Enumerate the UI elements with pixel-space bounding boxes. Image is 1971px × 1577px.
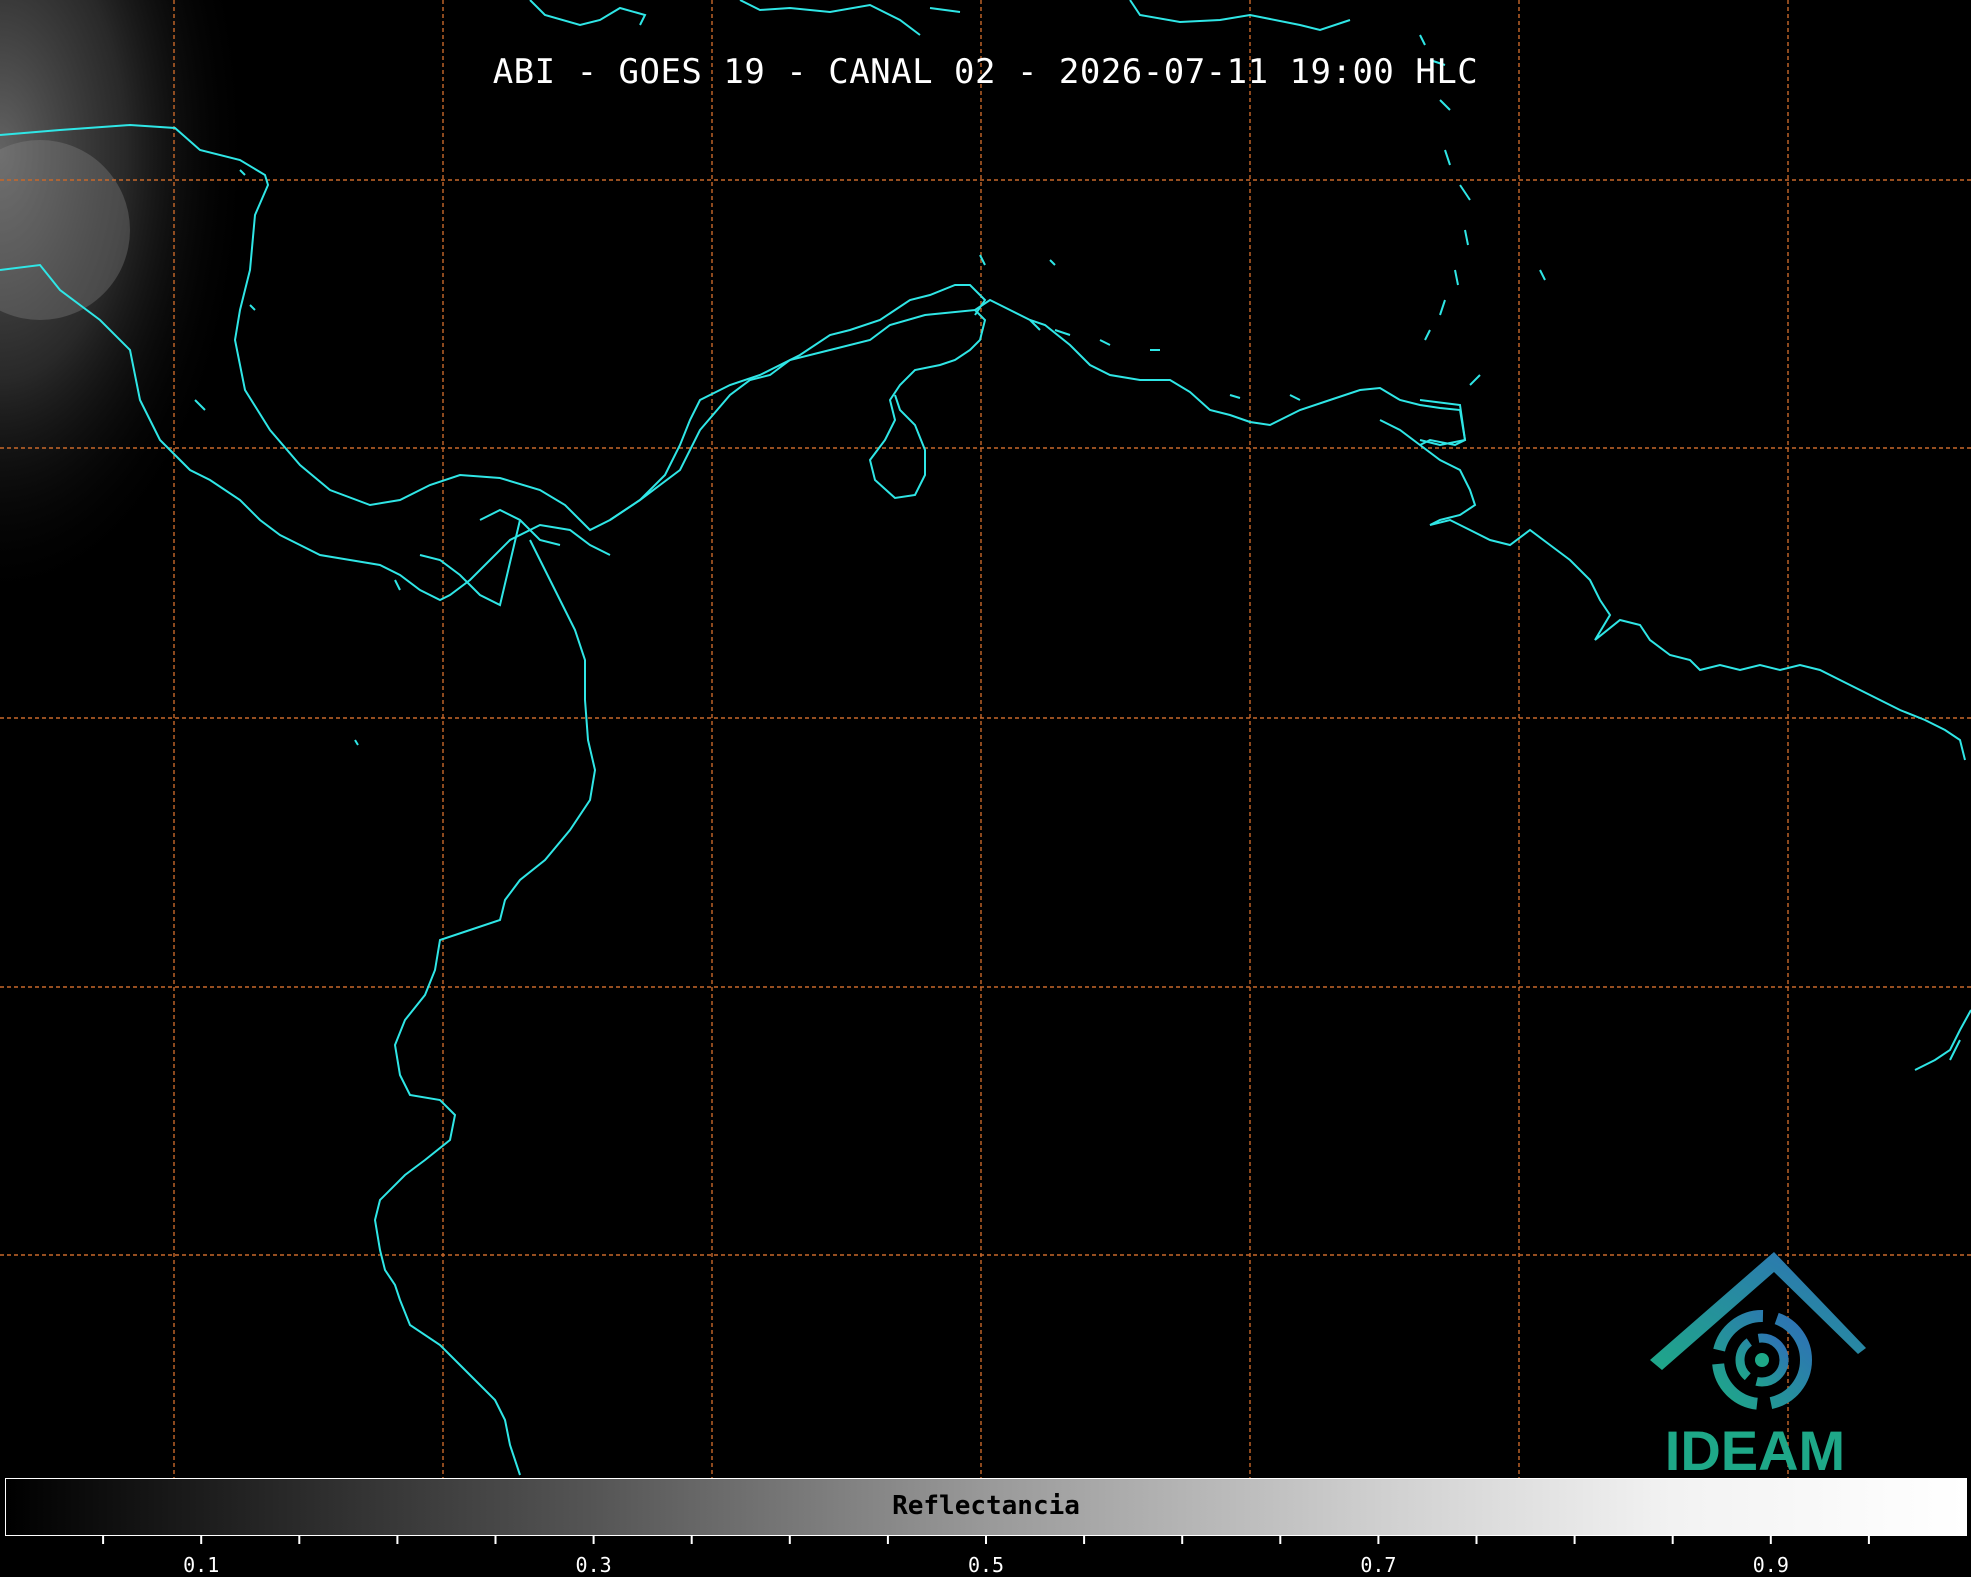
ideam-logo-text: IDEAM [1664, 1419, 1846, 1482]
ideam-logo-icon [1650, 1252, 1866, 1410]
coastline-yucatan-top [529, 0, 647, 27]
colorbar: Reflectancia [5, 1478, 1967, 1536]
coastline-hispaniola [1129, 0, 1351, 32]
colorbar-tick-label: 0.3 [575, 1553, 612, 1577]
coastline-cuba [739, 0, 961, 36]
coastline-venezuela [974, 298, 1467, 447]
map-title: ABI - GOES 19 - CANAL 02 - 2026-07-11 19… [492, 52, 1479, 92]
coastline-venezuela-east [1379, 419, 1966, 761]
colorbar-label: Reflectancia [892, 1491, 1080, 1521]
colorbar-tick-label: 0.9 [1752, 1553, 1789, 1577]
coastline-brazil-east [1914, 1009, 1971, 1071]
colorbar-tick-label: 0.7 [1360, 1553, 1397, 1577]
islands-abc [1029, 319, 1301, 401]
satellite-image: ABI - GOES 19 - CANAL 02 - 2026-07-11 19… [0, 0, 1971, 1482]
ideam-logo: IDEAM [1640, 1250, 1880, 1482]
coastline-colombia-caribbean [609, 308, 987, 521]
colorbar-tick-label: 0.1 [183, 1553, 220, 1577]
colorbar-tick-label: 0.5 [967, 1553, 1005, 1577]
cloud-cover-west [0, 0, 420, 760]
